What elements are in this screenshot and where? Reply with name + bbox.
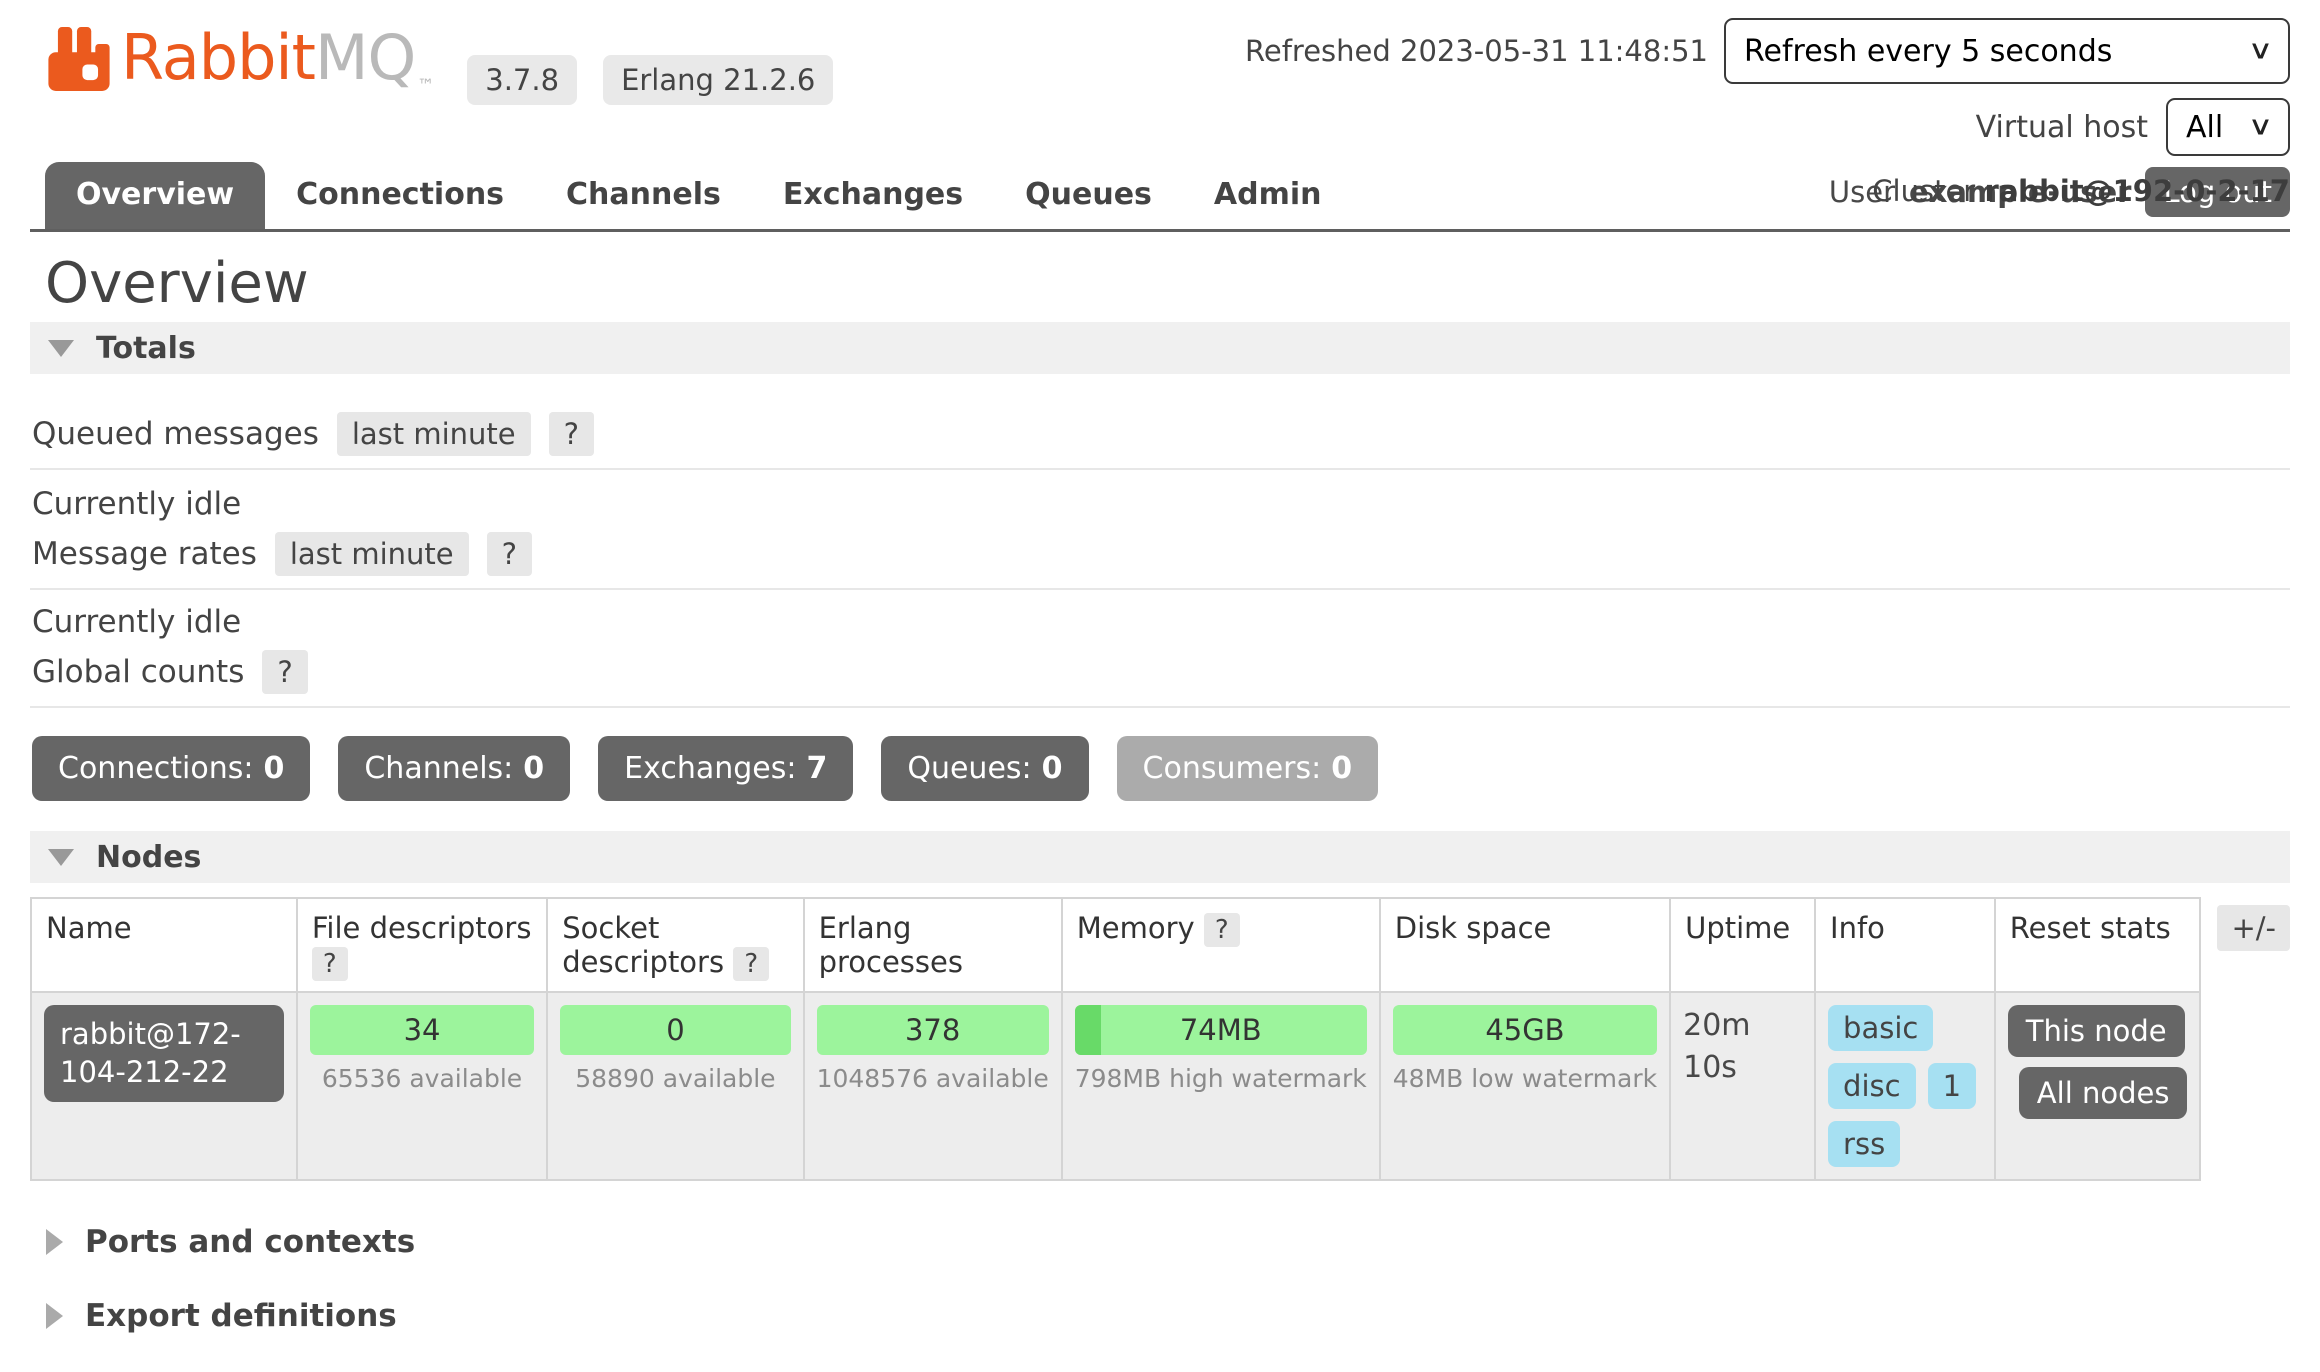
disk-space-cell: 45GB 48MB low watermark (1380, 992, 1670, 1180)
refresh-interval-select[interactable]: Refresh every 5 seconds (1724, 18, 2290, 84)
file-descriptors-bar: 34 (310, 1005, 534, 1055)
totals-heading: Totals (96, 331, 196, 366)
reset-stats-cell: This node All nodes (1995, 992, 2201, 1180)
col-header-file-descriptors[interactable]: File descriptors ? (297, 898, 547, 992)
message-rates-row: Message rates last minute ? (30, 532, 2290, 590)
memory-bar: 74MB (1075, 1005, 1367, 1055)
triangle-right-icon (46, 1229, 63, 1255)
rates-window-badge[interactable]: last minute (275, 532, 469, 576)
channels-count-button[interactable]: Channels:0 (338, 736, 570, 801)
col-header-memory[interactable]: Memory ? (1062, 898, 1380, 992)
rabbitmq-logo[interactable]: RabbitMQ™ (45, 25, 433, 119)
uptime-value: 20m 10s (1683, 1005, 1773, 1089)
file-descriptors-available: 65536 available (310, 1064, 534, 1093)
col-header-disk-space[interactable]: Disk space (1380, 898, 1670, 992)
info-badge-rss[interactable]: rss (1828, 1121, 1900, 1167)
message-rates-label: Message rates (32, 536, 257, 572)
queued-idle-status: Currently idle (30, 486, 2290, 522)
triangle-right-icon (46, 1303, 63, 1329)
nodes-header-row: Name File descriptors ? Socket descripto… (31, 898, 2200, 992)
socket-descriptors-help-icon[interactable]: ? (733, 947, 769, 981)
nodes-section-header[interactable]: Nodes (30, 831, 2290, 883)
col-header-erlang-processes[interactable]: Erlang processes (804, 898, 1062, 992)
socket-descriptors-bar: 0 (560, 1005, 790, 1055)
nav-tabs: Overview Connections Channels Exchanges … (45, 162, 1353, 229)
cluster-label: Cluster (1872, 174, 1975, 208)
queued-messages-label: Queued messages (32, 416, 319, 452)
info-badge-disc[interactable]: disc (1828, 1063, 1916, 1109)
virtual-host-select[interactable]: All (2166, 98, 2290, 156)
triangle-down-icon (48, 849, 74, 866)
reset-this-node-button[interactable]: This node (2008, 1005, 2185, 1057)
erlang-processes-available: 1048576 available (817, 1064, 1049, 1093)
col-header-socket-descriptors[interactable]: Socket descriptors ? (547, 898, 803, 992)
page-title: Overview (45, 254, 2290, 314)
virtual-host-label: Virtual host (1976, 110, 2148, 145)
memory-cell: 74MB 798MB high watermark (1062, 992, 1380, 1180)
refresh-interval-select-wrap: Refresh every 5 seconds (1724, 18, 2290, 84)
uptime-cell: 20m 10s (1670, 992, 1815, 1180)
disk-space-bar: 45GB (1393, 1005, 1657, 1055)
exchanges-count-button[interactable]: Exchanges:7 (598, 736, 853, 801)
file-descriptors-help-icon[interactable]: ? (312, 947, 348, 981)
global-counts-row: Global counts ? (30, 650, 2290, 708)
tab-channels[interactable]: Channels (535, 162, 752, 229)
col-header-uptime[interactable]: Uptime (1670, 898, 1815, 992)
nodes-table-area: Name File descriptors ? Socket descripto… (30, 897, 2290, 1181)
tab-overview[interactable]: Overview (45, 162, 265, 229)
trademark-symbol: ™ (417, 76, 433, 96)
erlang-processes-bar: 378 (817, 1005, 1049, 1055)
erlang-processes-cell: 378 1048576 available (804, 992, 1062, 1180)
socket-descriptors-available: 58890 available (560, 1064, 790, 1093)
queues-count-button[interactable]: Queues:0 (881, 736, 1088, 801)
node-row: rabbit@172-104-212-22 34 65536 available… (31, 992, 2200, 1180)
ports-and-contexts-section[interactable]: Ports and contexts (30, 1221, 2290, 1263)
memory-watermark: 798MB high watermark (1075, 1064, 1367, 1093)
queued-help-icon[interactable]: ? (549, 412, 594, 456)
tab-exchanges[interactable]: Exchanges (752, 162, 994, 229)
tab-queues[interactable]: Queues (994, 162, 1183, 229)
col-header-info[interactable]: Info (1815, 898, 1995, 992)
reset-all-nodes-button[interactable]: All nodes (2019, 1067, 2188, 1119)
cluster-name: rabbit@192-0-2-17 (1984, 174, 2290, 208)
info-badge-basic[interactable]: basic (1828, 1005, 1933, 1051)
rabbitmq-rabbit-icon (45, 25, 113, 97)
global-counts-label: Global counts (32, 654, 244, 690)
erlang-version-badge: Erlang 21.2.6 (603, 55, 833, 105)
memory-used-segment (1075, 1005, 1101, 1055)
connections-count-button[interactable]: Connections:0 (32, 736, 310, 801)
cluster-info: Cluster rabbit@192-0-2-17 (1245, 174, 2290, 208)
version-badges: 3.7.8 Erlang 21.2.6 (467, 55, 833, 105)
info-cell: basic disc 1 rss (1815, 992, 1995, 1180)
nodes-table: Name File descriptors ? Socket descripto… (30, 897, 2201, 1181)
rabbitmq-wordmark: RabbitMQ™ (121, 25, 433, 119)
global-count-buttons: Connections:0 Channels:0 Exchanges:7 Que… (30, 736, 2290, 801)
export-definitions-section[interactable]: Export definitions (30, 1295, 2290, 1337)
memory-help-icon[interactable]: ? (1204, 913, 1240, 947)
info-badge-1[interactable]: 1 (1928, 1063, 1976, 1109)
consumers-count-button[interactable]: Consumers:0 (1117, 736, 1379, 801)
rates-idle-status: Currently idle (30, 604, 2290, 640)
socket-descriptors-cell: 0 58890 available (547, 992, 803, 1180)
columns-plus-minus-button[interactable]: +/- (2217, 905, 2290, 951)
col-header-reset-stats[interactable]: Reset stats (1995, 898, 2201, 992)
rates-help-icon[interactable]: ? (487, 532, 532, 576)
rabbitmq-overview-page: Refreshed 2023-05-31 11:48:51 Refresh ev… (0, 0, 2320, 1372)
triangle-down-icon (48, 340, 74, 357)
totals-section-header[interactable]: Totals (30, 322, 2290, 374)
global-counts-help-icon[interactable]: ? (262, 650, 307, 694)
disk-space-watermark: 48MB low watermark (1393, 1064, 1657, 1093)
col-header-name[interactable]: Name (31, 898, 297, 992)
refreshed-timestamp: Refreshed 2023-05-31 11:48:51 (1245, 34, 1708, 68)
node-name-cell: rabbit@172-104-212-22 (31, 992, 297, 1180)
queued-window-badge[interactable]: last minute (337, 412, 531, 456)
rabbitmq-version-badge: 3.7.8 (467, 55, 577, 105)
header-controls: Refreshed 2023-05-31 11:48:51 Refresh ev… (1245, 18, 2290, 208)
queued-messages-row: Queued messages last minute ? (30, 412, 2290, 470)
tab-connections[interactable]: Connections (265, 162, 535, 229)
node-name-badge[interactable]: rabbit@172-104-212-22 (44, 1005, 284, 1102)
virtual-host-select-wrap: All (2166, 98, 2290, 156)
nodes-heading: Nodes (96, 840, 201, 875)
file-descriptors-cell: 34 65536 available (297, 992, 547, 1180)
